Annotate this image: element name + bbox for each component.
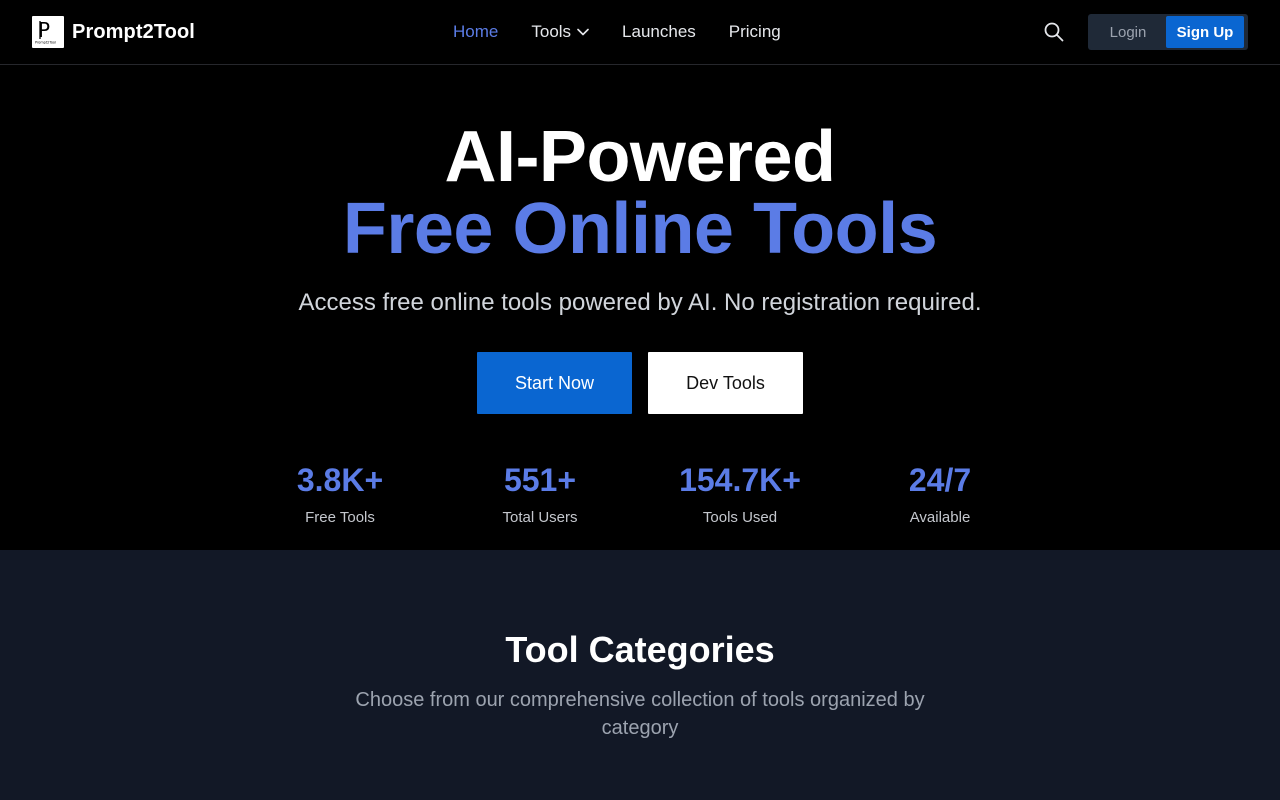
dev-tools-button[interactable]: Dev Tools [648, 352, 803, 414]
auth-buttons: Login Sign Up [1088, 14, 1248, 50]
logo-icon: P Prompt2Tool [32, 16, 64, 48]
brand-name: Prompt2Tool [72, 20, 195, 43]
stat-label: Available [909, 509, 971, 526]
stat-label: Free Tools [305, 509, 375, 526]
nav-launches-label: Launches [622, 22, 696, 41]
stat-total-users: 551+ Total Users [440, 460, 640, 530]
logo-caption: Prompt2Tool [35, 41, 56, 45]
login-button[interactable]: Login [1090, 16, 1166, 48]
stats-row: 3.8K+ Free Tools 551+ Total Users 154.7K… [240, 460, 1040, 530]
top-navbar: P Prompt2Tool Prompt2Tool Home Tools Lau… [0, 0, 1280, 65]
stat-value: 24/7 [908, 462, 972, 498]
nav-home-label: Home [453, 22, 499, 41]
nav-pricing-label: Pricing [728, 22, 781, 41]
stat-value: 3.8K+ [296, 462, 384, 498]
hero-section: AI-Powered Free Online Tools Access free… [0, 65, 1280, 550]
stat-label: Tools Used [702, 509, 778, 526]
stat-value: 154.7K+ [679, 462, 801, 498]
search-button[interactable] [1043, 21, 1065, 43]
nav-tools[interactable]: Tools [531, 22, 589, 42]
stat-label: Total Users [502, 509, 578, 526]
main-nav: Home Tools Launches Pricing [453, 20, 814, 44]
stat-value: 551+ [503, 462, 577, 498]
hero-subtitle: Access free online tools powered by AI. … [298, 289, 982, 316]
stat-free-tools: 3.8K+ Free Tools [240, 460, 440, 530]
categories-title: Tool Categories [505, 629, 775, 670]
brand[interactable]: P Prompt2Tool Prompt2Tool [32, 16, 195, 48]
stat-tools-used: 154.7K+ Tools Used [640, 460, 840, 530]
chevron-down-icon [577, 28, 589, 36]
categories-subtitle: Choose from our comprehensive collection… [355, 689, 925, 739]
tool-categories-section: Tool Categories Choose from our comprehe… [0, 550, 1280, 800]
hero-title-line2: Free Online Tools [342, 189, 938, 269]
start-now-button[interactable]: Start Now [477, 352, 632, 414]
search-icon [1044, 22, 1064, 42]
nav-tools-label: Tools [531, 22, 572, 41]
nav-home[interactable]: Home [453, 22, 498, 42]
stat-available: 24/7 Available [840, 460, 1040, 530]
nav-pricing[interactable]: Pricing [729, 22, 781, 42]
signup-button[interactable]: Sign Up [1166, 16, 1244, 48]
nav-launches[interactable]: Launches [622, 22, 696, 42]
